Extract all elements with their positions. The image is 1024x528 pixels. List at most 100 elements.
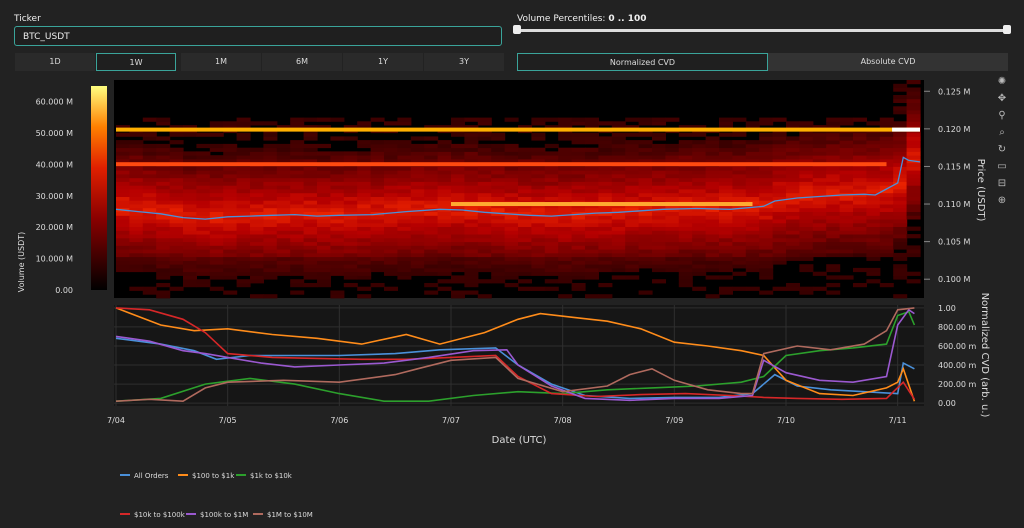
heatmap-cell [317, 264, 331, 269]
heatmap-cell [183, 170, 197, 175]
heatmap-cell [209, 222, 224, 227]
heatmap-cell [638, 226, 653, 231]
heatmap-cell [451, 279, 465, 284]
heatmap-cell [424, 204, 439, 209]
heatmap-cell [451, 237, 465, 243]
heatmap-cell [491, 279, 506, 284]
heatmap-cell [652, 237, 666, 243]
heatmap-cell [879, 177, 894, 182]
heatmap-cell [893, 185, 908, 190]
heatmap-cell [585, 264, 599, 269]
chart-canvas[interactable]: 0.0010.000 M20.000 M30.000 M40.000 M50.0… [0, 0, 1024, 528]
legend-item[interactable]: $1M to $10M [267, 511, 313, 519]
heatmap-cell [276, 166, 291, 171]
heatmap-cell [397, 256, 412, 261]
legend-item[interactable]: $10k to $100k [134, 511, 186, 519]
heatmap-cell [317, 117, 331, 122]
heatmap-cell [276, 249, 291, 254]
heatmap-cell [276, 185, 291, 190]
heatmap-cell [424, 192, 439, 197]
legend-item[interactable]: $100 to $1k [192, 472, 235, 480]
heatmap-cell [303, 267, 318, 273]
heatmap-cell [196, 245, 211, 250]
heatmap-cell [906, 234, 921, 239]
heatmap-cell [812, 132, 827, 137]
heatmap-cell [638, 230, 653, 235]
heatmap-cell [397, 117, 412, 122]
heatmap-cell [209, 166, 224, 171]
heatmap-cell [116, 140, 130, 145]
heatmap-cell [652, 185, 666, 190]
heatmap-cell [276, 177, 291, 182]
heatmap-cell [370, 207, 385, 212]
heatmap-cell [611, 256, 626, 261]
heatmap-cell [236, 271, 251, 276]
heatmap-cell [317, 222, 331, 227]
heatmap-cell [625, 196, 640, 201]
colorbar-tick-label: 10.000 M [36, 255, 74, 264]
heatmap-cell [276, 230, 291, 235]
heatmap-cell [330, 245, 345, 250]
heatmap-cell [209, 192, 224, 197]
heatmap-cell [156, 185, 171, 190]
heatmap-cell [491, 271, 506, 276]
heatmap-cell [611, 185, 626, 190]
heatmap-cell [571, 226, 586, 231]
heatmap-cell [129, 181, 144, 186]
heatmap-cell [236, 207, 251, 212]
heatmap-cell [585, 196, 599, 201]
heatmap-cell [866, 151, 881, 156]
heatmap-cell [625, 230, 640, 235]
heatmap-cell [799, 264, 814, 269]
heatmap-cell [384, 256, 398, 261]
heatmap-cell [209, 132, 224, 137]
heatmap-cell [196, 177, 211, 182]
heatmap-cell [169, 132, 184, 137]
heatmap-cell [585, 215, 599, 220]
heatmap-cell [745, 219, 760, 224]
heatmap-cell [183, 200, 197, 205]
heatmap-cell [799, 222, 814, 227]
heatmap-cell [625, 177, 640, 182]
heatmap-cell [611, 136, 626, 141]
heatmap-cell [384, 174, 398, 179]
heatmap-cell [477, 181, 492, 186]
heatmap-cell [906, 95, 921, 100]
heatmap-cell [116, 230, 130, 235]
legend-item[interactable]: $100k to $1M [200, 511, 248, 519]
heatmap-cell [652, 256, 666, 261]
heatmap-cell [317, 170, 331, 175]
heatmap-cell [116, 215, 130, 220]
heatmap-cell [598, 181, 613, 186]
heatmap-cell [397, 234, 412, 239]
heatmap-cell [745, 185, 760, 190]
legend-item[interactable]: $1k to $10k [250, 472, 293, 480]
heatmap-cell [504, 237, 519, 243]
heatmap-cell [169, 151, 184, 156]
heatmap-cell [491, 237, 506, 243]
heatmap-cell [491, 170, 506, 175]
heatmap-cell [652, 279, 666, 284]
heatmap-cell [209, 185, 224, 190]
heatmap-cell [504, 249, 519, 254]
heatmap-cell [357, 196, 372, 201]
heatmap-cell [317, 271, 331, 276]
heatmap-cell [223, 267, 238, 273]
heatmap-cell [906, 87, 921, 92]
heatmap-cell [464, 166, 479, 171]
heatmap-cell [236, 260, 251, 265]
heatmap-cell [598, 121, 613, 126]
heatmap-cell [491, 230, 506, 235]
heatmap-cell [906, 181, 921, 186]
heatmap-cell [183, 185, 197, 190]
heatmap-cell [183, 241, 197, 246]
heatmap-cell [263, 185, 278, 190]
heatmap-cell [330, 294, 345, 299]
heatmap-cell [437, 252, 452, 258]
heatmap-cell [906, 136, 921, 141]
heatmap-cell [906, 91, 921, 96]
heatmap-cell [317, 189, 331, 194]
legend-item[interactable]: All Orders [134, 472, 169, 480]
cvd-panel[interactable] [114, 305, 924, 406]
date-tick-label: 7/05 [219, 416, 237, 425]
